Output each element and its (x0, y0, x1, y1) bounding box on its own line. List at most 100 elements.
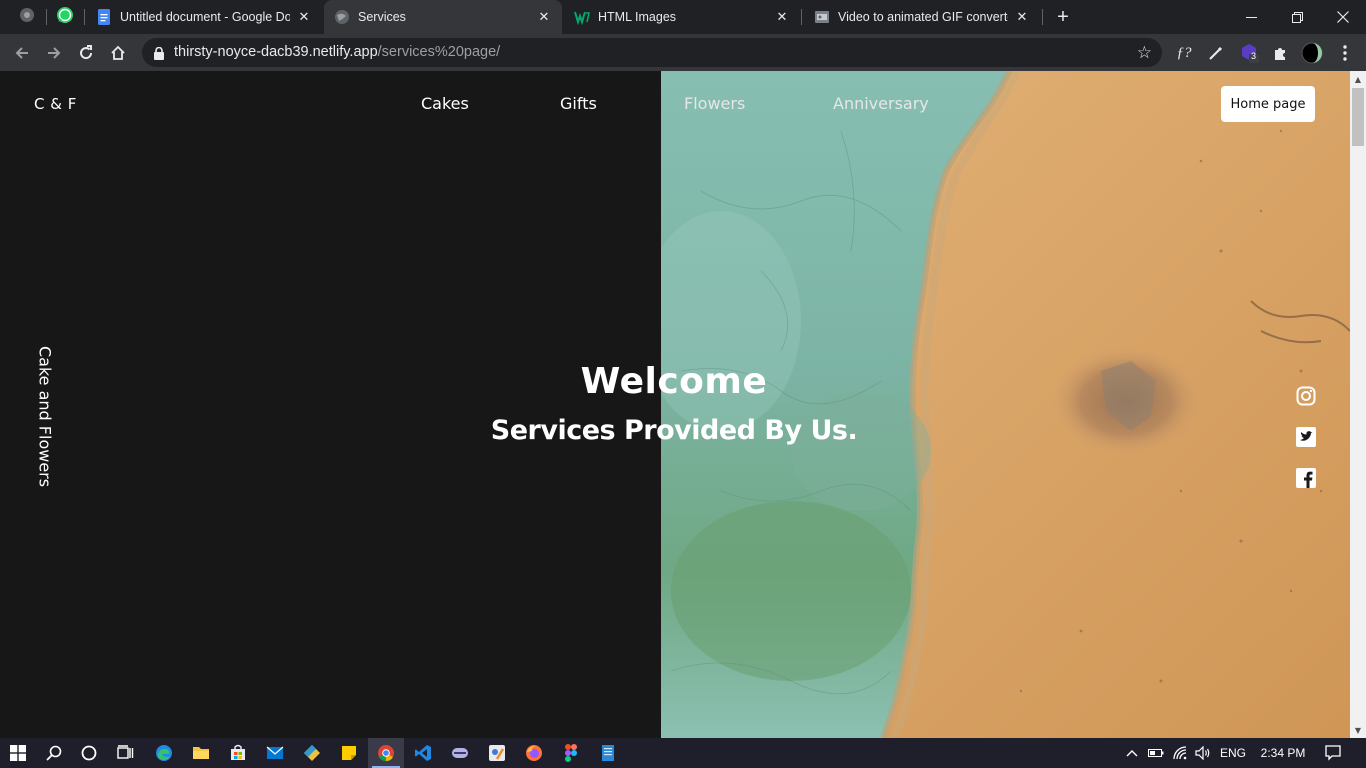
facebook-link[interactable] (1296, 468, 1316, 488)
show-hidden-icons-chevron-icon[interactable] (1122, 738, 1142, 768)
taskbar-notepad[interactable] (590, 738, 626, 768)
page-scrollbar[interactable]: ▲ ▼ (1350, 71, 1366, 738)
nav-link-gifts[interactable]: Gifts (560, 94, 597, 113)
twitter-icon (1296, 427, 1316, 447)
git-icon (304, 745, 320, 761)
home-button[interactable] (105, 40, 131, 66)
tab-title: Untitled document - Google Doc (120, 10, 290, 24)
wifi-icon[interactable] (1170, 738, 1192, 768)
close-icon[interactable]: ✕ (774, 9, 790, 25)
chrome-menu-icon[interactable] (1334, 42, 1356, 64)
taskbar-app[interactable] (442, 738, 478, 768)
reload-button[interactable] (73, 40, 99, 66)
facebook-icon (1296, 468, 1316, 488)
close-window-button[interactable] (1320, 0, 1366, 34)
new-tab-button[interactable]: + (1052, 6, 1074, 28)
scroll-down-arrow-icon[interactable]: ▼ (1350, 722, 1366, 738)
task-view-button[interactable] (107, 738, 143, 768)
back-button[interactable] (9, 40, 35, 66)
tab-title: Services (358, 10, 406, 24)
taskbar-edge[interactable] (146, 738, 182, 768)
taskbar-mail[interactable] (257, 738, 293, 768)
pinned-tab-whatsapp[interactable] (47, 0, 83, 34)
windows-taskbar: ENG 2:34 PM (0, 738, 1366, 768)
minimize-button[interactable] (1228, 0, 1274, 34)
tab-title: HTML Images (598, 10, 677, 24)
tab-gif-converter[interactable]: Video to animated GIF converter ✕ (804, 0, 1040, 34)
taskbar-vscode[interactable] (405, 738, 441, 768)
nav-link-cakes[interactable]: Cakes (421, 94, 469, 113)
taskbar-firefox[interactable] (516, 738, 552, 768)
edge-icon (156, 745, 172, 761)
hero-title: Welcome (580, 361, 768, 402)
twitter-link[interactable] (1296, 427, 1316, 447)
page-viewport: C & F Cakes Gifts Flowers Anniversary Ho… (0, 71, 1350, 738)
chrome-icon (378, 745, 394, 762)
start-button[interactable] (0, 738, 36, 768)
nav-link-flowers[interactable]: Flowers (684, 94, 745, 113)
search-button[interactable] (36, 738, 72, 768)
close-icon[interactable]: ✕ (536, 9, 552, 25)
mail-icon (266, 746, 284, 759)
tab-html-images[interactable]: HTML Images ✕ (564, 0, 800, 34)
instagram-link[interactable] (1296, 386, 1316, 406)
browser-tab-strip: Untitled document - Google Doc ✕ Service… (0, 0, 1366, 34)
app-icon (452, 748, 468, 758)
taskbar-git[interactable] (294, 738, 330, 768)
pinned-tab-chrome[interactable] (9, 0, 45, 34)
scroll-up-arrow-icon[interactable]: ▲ (1350, 71, 1366, 87)
profile-avatar[interactable] (1301, 42, 1323, 64)
whatsapp-icon (56, 6, 74, 28)
home-page-button[interactable]: Home page (1221, 86, 1315, 122)
clock[interactable]: 2:34 PM (1253, 738, 1313, 768)
forward-button[interactable] (41, 40, 67, 66)
paint-icon (489, 745, 505, 761)
taskbar-sticky-notes[interactable] (331, 738, 367, 768)
task-view-icon (117, 745, 134, 759)
extension-badge-button[interactable]: 3 (1238, 42, 1260, 64)
notification-center-icon[interactable] (1320, 738, 1346, 768)
back-arrow-icon (15, 47, 28, 59)
volume-icon[interactable] (1193, 738, 1213, 768)
tab-google-docs[interactable]: Untitled document - Google Doc ✕ (86, 0, 322, 34)
ezgif-icon (814, 9, 830, 25)
home-icon (111, 45, 125, 60)
close-icon[interactable]: ✕ (296, 9, 312, 25)
notepad-icon (602, 745, 614, 761)
store-icon (231, 744, 245, 760)
extension-fx[interactable]: ƒ? (1173, 42, 1195, 64)
cortana-icon (81, 745, 97, 761)
instagram-icon (1296, 386, 1316, 406)
windows-logo-icon (10, 745, 26, 761)
address-bar[interactable]: thirsty-noyce-dacb39.netlify.app/service… (142, 38, 1162, 67)
battery-icon[interactable] (1146, 738, 1166, 768)
pen-extension-icon[interactable] (1205, 42, 1227, 64)
restore-button[interactable] (1274, 0, 1320, 34)
url-path: /services%20page/ (377, 44, 501, 60)
taskbar-paint[interactable] (479, 738, 515, 768)
taskbar-chrome[interactable] (368, 738, 404, 768)
url-host: thirsty-noyce-dacb39.netlify.app (174, 44, 378, 60)
tab-title: Video to animated GIF converter (838, 10, 1008, 24)
bookmark-star-icon[interactable]: ☆ (1137, 43, 1152, 63)
language-indicator[interactable]: ENG (1217, 738, 1249, 768)
chrome-icon (19, 7, 35, 27)
tab-services[interactable]: Services ✕ (324, 0, 562, 34)
cortana-button[interactable] (71, 738, 107, 768)
extension-badge-count: 3 (1251, 51, 1257, 61)
lock-icon (154, 45, 164, 64)
sticky-notes-icon (342, 746, 356, 760)
vscode-icon (415, 745, 431, 761)
brand-logo[interactable]: C & F (34, 95, 77, 113)
globe-icon (334, 9, 350, 25)
nav-link-anniversary[interactable]: Anniversary (833, 94, 929, 113)
extensions-puzzle-icon[interactable] (1269, 42, 1291, 64)
scrollbar-thumb[interactable] (1352, 88, 1364, 146)
close-icon[interactable]: ✕ (1014, 9, 1030, 25)
google-docs-icon (96, 9, 112, 25)
taskbar-file-explorer[interactable] (183, 738, 219, 768)
taskbar-store[interactable] (220, 738, 256, 768)
reload-icon (80, 45, 93, 60)
taskbar-figma[interactable] (553, 738, 589, 768)
figma-icon (565, 744, 577, 762)
